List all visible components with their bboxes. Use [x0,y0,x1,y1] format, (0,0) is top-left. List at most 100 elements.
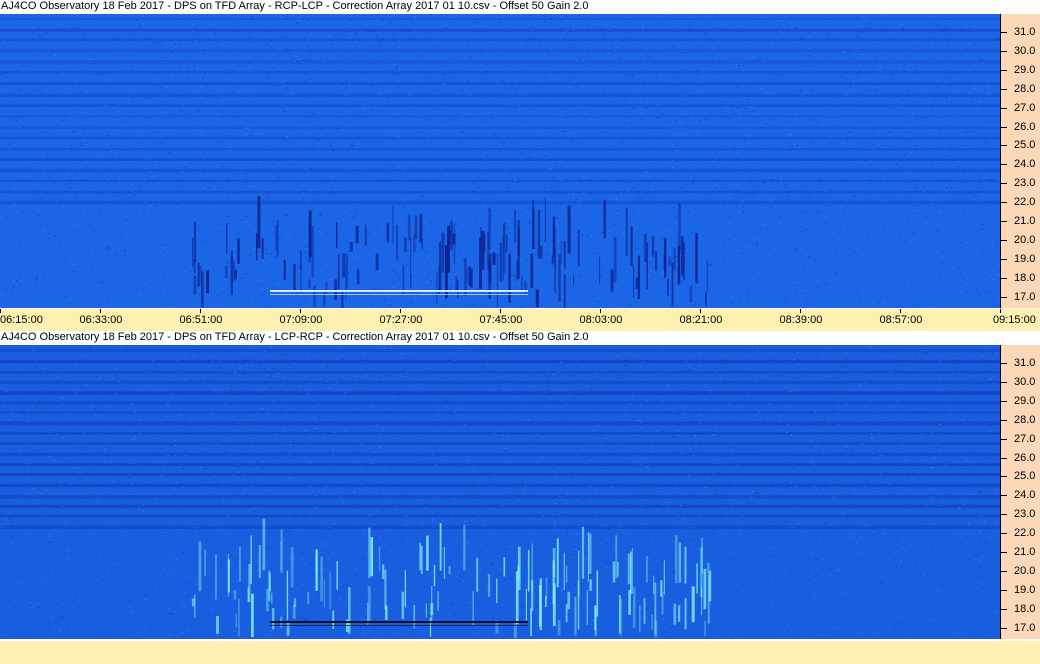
noise-speck [64,177,67,179]
noise-speck [181,541,184,543]
noise-speck [407,586,410,588]
noise-speck [703,118,706,120]
noise-speck [992,454,995,456]
noise-speck [964,457,967,459]
frequency-tick-label: 19.0 [1014,252,1036,265]
noise-speck [982,197,984,199]
noise-speck [129,112,132,114]
noise-speck [853,51,856,53]
noise-speck [810,411,813,413]
noise-speck [0,634,3,636]
noise-speck [514,179,517,181]
noise-speck [452,517,455,519]
noise-speck [730,230,733,232]
noise-speck [9,449,12,451]
spectrogram-image [0,345,1000,639]
noise-speck [900,267,903,269]
noise-speck [513,383,516,385]
noise-speck [713,160,716,162]
noise-speck [40,177,43,179]
noise-speck [901,496,903,498]
noise-speck [475,546,478,548]
noise-speck [26,251,29,253]
noise-speck [388,97,390,99]
burst-streak [414,215,418,239]
noise-speck [339,495,342,497]
noise-speck [492,617,495,619]
noise-speck [546,552,549,554]
noise-speck [656,104,659,106]
noise-speck [72,588,75,590]
noise-speck [770,43,773,45]
noise-speck [495,159,498,161]
noise-speck [150,261,153,262]
noise-speck [853,629,856,631]
noise-speck [328,193,331,195]
noise-speck [421,437,424,439]
noise-speck [846,110,849,112]
noise-speck [957,226,960,227]
burst-streak [308,279,311,288]
noise-speck [444,27,447,29]
noise-speck [219,84,222,86]
noise-speck [484,352,487,354]
noise-speck [466,542,469,544]
noise-speck [314,352,317,354]
noise-speck [501,504,504,506]
noise-speck [430,14,433,16]
noise-speck [609,261,612,263]
noise-speck [283,139,286,141]
noise-speck [945,190,948,192]
frequency-tick [1001,239,1007,241]
noise-speck [319,135,322,137]
noise-speck [750,176,753,178]
noise-speck [906,509,909,511]
noise-speck [338,243,341,245]
noise-speck [131,161,134,163]
noise-speck [828,205,831,207]
noise-speck [414,196,417,198]
noise-speck [379,94,382,95]
noise-speck [668,385,671,387]
noise-speck [593,395,596,397]
noise-speck [413,68,416,70]
noise-speck [338,125,340,127]
noise-speck [902,468,905,470]
noise-speck [449,604,452,606]
noise-speck [891,253,894,255]
noise-speck [921,62,924,63]
noise-speck [518,500,521,502]
noise-speck [647,595,650,597]
noise-speck [804,40,807,42]
noise-speck [319,608,322,610]
noise-speck [804,631,807,633]
burst-streak [233,261,235,282]
noise-speck [950,389,953,391]
noise-speck [292,363,295,365]
noise-speck [517,84,520,86]
noise-speck [172,553,175,555]
noise-speck [220,560,222,562]
noise-speck [288,366,291,368]
noise-speck [212,128,215,130]
noise-speck [970,102,973,104]
noise-speck [278,587,281,588]
frequency-tick [1001,126,1007,128]
noise-speck [491,370,494,372]
noise-speck [271,229,274,231]
noise-speck [83,144,86,146]
noise-speck [360,483,363,485]
noise-speck [51,431,54,433]
noise-speck [73,54,75,56]
noise-speck [911,116,914,117]
noise-speck [29,604,32,606]
noise-speck [353,411,356,413]
noise-speck [525,404,528,406]
noise-speck [78,471,81,473]
noise-speck [607,84,610,86]
noise-speck [778,420,781,422]
noise-speck [981,554,984,556]
noise-speck [79,228,82,230]
noise-speck [879,67,881,69]
noise-speck [850,86,852,88]
